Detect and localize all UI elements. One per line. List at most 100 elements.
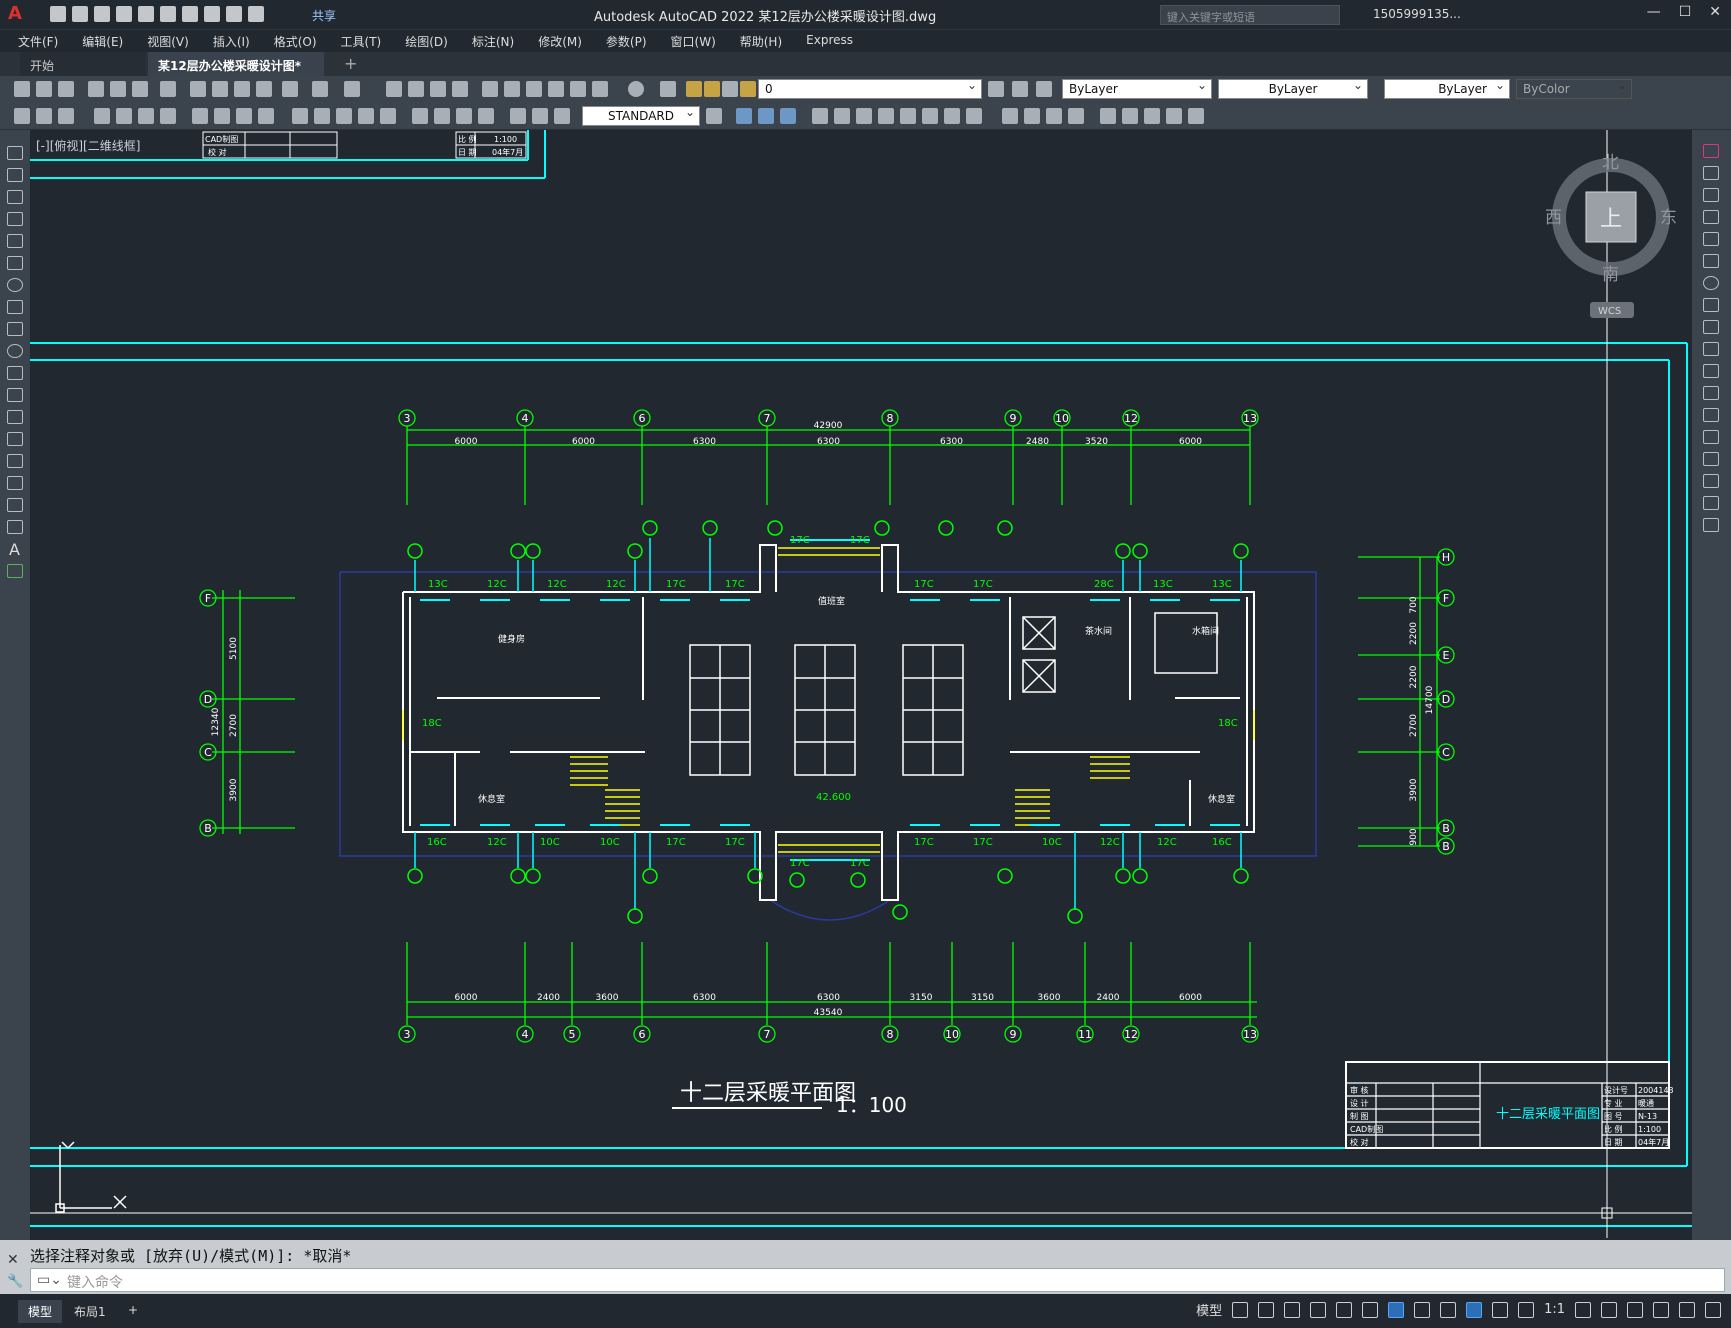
- menu-help[interactable]: 帮助(H): [740, 30, 794, 52]
- menu-window[interactable]: 窗口(W): [671, 30, 728, 52]
- chamfer-icon[interactable]: [1703, 452, 1719, 466]
- menu-draw[interactable]: 绘图(D): [405, 30, 460, 52]
- color-select[interactable]: ByLayer: [1062, 78, 1212, 99]
- layer-on-icon[interactable]: [686, 81, 702, 97]
- isolate-objects-icon[interactable]: [1653, 1301, 1669, 1318]
- jogged-linear-icon[interactable]: [434, 108, 450, 124]
- ucs-icon[interactable]: [812, 108, 828, 124]
- close-command-icon[interactable]: ✕: [7, 1252, 19, 1268]
- block-editor-icon[interactable]: [282, 81, 298, 97]
- layer-viewport-icon[interactable]: [722, 81, 738, 97]
- ucs-origin-icon[interactable]: [944, 108, 960, 124]
- object-snap-icon[interactable]: [1388, 1301, 1405, 1318]
- save-as-icon[interactable]: [116, 6, 132, 22]
- arc-icon[interactable]: [7, 256, 23, 270]
- add-layout-button[interactable]: +: [118, 1300, 148, 1320]
- dim-continue-icon[interactable]: [292, 108, 308, 124]
- sheet-set-icon[interactable]: [548, 81, 564, 97]
- array-icon[interactable]: [1703, 232, 1719, 246]
- add-selected-icon[interactable]: [7, 564, 23, 578]
- layer-previous-icon[interactable]: [1012, 81, 1028, 97]
- menu-file[interactable]: 文件(F): [18, 30, 70, 52]
- undo-icon[interactable]: [204, 6, 220, 22]
- zoom-window-icon[interactable]: [430, 81, 446, 97]
- dim-style-select[interactable]: STANDARD: [582, 105, 700, 126]
- dim-icon[interactable]: [14, 108, 30, 124]
- ellipse-icon[interactable]: [7, 344, 23, 358]
- open-web-icon[interactable]: [138, 6, 154, 22]
- image-icon[interactable]: [1144, 108, 1160, 124]
- tolerance-icon[interactable]: [358, 108, 374, 124]
- dim-update-icon[interactable]: [510, 108, 526, 124]
- dim-angular-icon[interactable]: [214, 108, 230, 124]
- center-mark-icon[interactable]: [380, 108, 396, 124]
- extend-icon[interactable]: [1703, 364, 1719, 378]
- move-icon[interactable]: [1703, 254, 1719, 268]
- stretch-icon[interactable]: [1703, 320, 1719, 334]
- match-properties-icon[interactable]: [256, 81, 272, 97]
- menu-tools[interactable]: 工具(T): [341, 30, 394, 52]
- ucs-face-icon[interactable]: [878, 108, 894, 124]
- gradient-icon[interactable]: [7, 476, 23, 490]
- annotation-scale-value[interactable]: 1:1: [1544, 1302, 1565, 1317]
- dim-baseline-icon[interactable]: [258, 108, 274, 124]
- inspection-icon[interactable]: [412, 108, 428, 124]
- offset-icon[interactable]: [1703, 210, 1719, 224]
- materials-icon[interactable]: [1068, 108, 1084, 124]
- ellipse-arc-icon[interactable]: [7, 366, 23, 380]
- ucs-object-icon[interactable]: [900, 108, 916, 124]
- layer-properties-icon[interactable]: [660, 81, 676, 97]
- annotation-scale-icon[interactable]: [1518, 1301, 1535, 1318]
- search-input[interactable]: 键入关键字或短语: [1160, 5, 1340, 25]
- hatch-icon[interactable]: [7, 454, 23, 468]
- close-icon[interactable]: ✕: [1709, 4, 1721, 20]
- viewcube-top[interactable]: 上: [1600, 207, 1622, 232]
- workspace-gear-icon[interactable]: [1575, 1301, 1591, 1318]
- save-icon[interactable]: [58, 81, 74, 97]
- tab-start[interactable]: 开始: [20, 52, 146, 76]
- mtext-icon[interactable]: A: [9, 540, 20, 559]
- circle-icon[interactable]: [7, 278, 23, 292]
- plot-icon[interactable]: [182, 6, 198, 22]
- dim-diameter-icon[interactable]: [192, 108, 208, 124]
- plotstyle-select[interactable]: ByColor: [1516, 78, 1632, 99]
- customize-command-icon[interactable]: 🔧: [7, 1274, 23, 1289]
- underlay-icon[interactable]: [1166, 108, 1182, 124]
- dim-text-edit-icon[interactable]: [478, 108, 494, 124]
- ucs-zaxis-icon[interactable]: [966, 108, 982, 124]
- lineweight-icon[interactable]: [1414, 1301, 1431, 1318]
- cut-icon[interactable]: [190, 81, 206, 97]
- polyline-icon[interactable]: [7, 190, 23, 204]
- tab-drawing[interactable]: 某12层办公楼采暖设计图* ×: [148, 52, 324, 88]
- design-center-icon[interactable]: [504, 81, 520, 97]
- dim-radius-icon[interactable]: [138, 108, 154, 124]
- block-insert-icon[interactable]: [1100, 108, 1116, 124]
- command-input[interactable]: ▭⌄ 键入命令: [30, 1268, 1725, 1292]
- user-account[interactable]: 1505999135...: [1373, 7, 1461, 21]
- revcloud-icon[interactable]: [7, 300, 23, 314]
- transparency-icon[interactable]: [1440, 1301, 1457, 1318]
- isodraft-icon[interactable]: [1336, 1301, 1353, 1318]
- dim-break-icon[interactable]: [336, 108, 352, 124]
- annotation-monitor-icon[interactable]: [1601, 1301, 1617, 1318]
- save-web-icon[interactable]: [160, 6, 176, 22]
- menu-view[interactable]: 视图(V): [147, 30, 201, 52]
- lineweight-select[interactable]: ByLayer: [1384, 78, 1510, 99]
- zoom-realtime-icon[interactable]: [408, 81, 424, 97]
- auto-scale-icon[interactable]: [1492, 1301, 1509, 1318]
- snap-icon[interactable]: [1258, 1301, 1275, 1318]
- quick-dim-icon[interactable]: [236, 108, 252, 124]
- maximize-icon[interactable]: ☐: [1679, 4, 1692, 20]
- lights-icon[interactable]: [1046, 108, 1062, 124]
- ucs-view-icon[interactable]: [922, 108, 938, 124]
- tab-model[interactable]: 模型: [18, 1300, 63, 1323]
- fullscreen-icon[interactable]: [1679, 1301, 1695, 1318]
- 3d-print-icon[interactable]: [160, 81, 176, 97]
- table-icon[interactable]: [7, 520, 23, 534]
- view-3d-icon[interactable]: [736, 108, 752, 124]
- polar-icon[interactable]: [1310, 1301, 1327, 1318]
- pan-icon[interactable]: [386, 81, 402, 97]
- zoom-previous-icon[interactable]: [452, 81, 468, 97]
- grid-icon[interactable]: [1232, 1301, 1249, 1318]
- dim-style-manager-icon[interactable]: [706, 108, 722, 124]
